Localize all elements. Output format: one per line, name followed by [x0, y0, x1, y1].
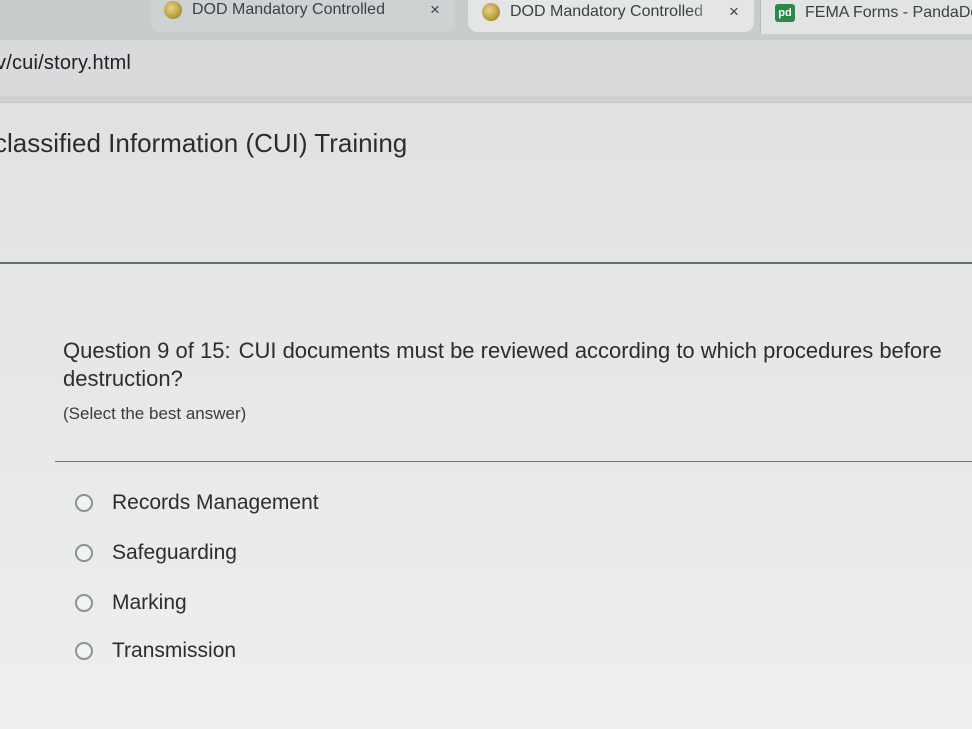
option-label[interactable]: Records Management: [112, 491, 319, 515]
radio-button[interactable]: [75, 594, 93, 612]
tab-title: DOD Mandatory Controlled: [510, 3, 703, 20]
browser-tab-bar: ‹ DOD Mandatory Controlled × DOD Mandato…: [0, 0, 972, 40]
close-icon[interactable]: ×: [722, 2, 746, 22]
option-label[interactable]: Marking: [112, 591, 187, 615]
answer-divider: [55, 461, 972, 462]
toolbar-divider: [0, 96, 972, 103]
tab-fema-forms[interactable]: pd FEMA Forms - PandaDoc: [760, 0, 972, 34]
option-label[interactable]: Transmission: [112, 639, 236, 663]
screen: ‹ DOD Mandatory Controlled × DOD Mandato…: [0, 0, 972, 729]
option-marking[interactable]: Marking: [75, 591, 187, 615]
header-divider: [0, 262, 972, 264]
radio-button[interactable]: [75, 544, 93, 562]
tab-title: FEMA Forms - PandaDoc: [805, 4, 972, 21]
dod-seal-icon: [482, 3, 500, 21]
address-bar[interactable]: v/cui/story.html: [0, 40, 972, 96]
tab-dod-mandatory-2[interactable]: DOD Mandatory Controlled ×: [468, 0, 754, 32]
question-text: Question 9 of 15: CUI documents must be r…: [63, 337, 972, 393]
option-safeguarding[interactable]: Safeguarding: [75, 541, 237, 565]
tab-previous-partial[interactable]: ‹: [0, 0, 118, 32]
tab-title: DOD Mandatory Controlled: [192, 1, 385, 18]
question-number: Question 9 of 15:: [63, 338, 231, 363]
close-icon[interactable]: ×: [423, 0, 447, 20]
question-instruction: (Select the best answer): [63, 404, 247, 423]
url-text[interactable]: v/cui/story.html: [0, 52, 131, 75]
radio-button[interactable]: [75, 642, 93, 660]
course-title: classified Information (CUI) Training: [0, 128, 408, 158]
tab-dod-mandatory-1[interactable]: DOD Mandatory Controlled ×: [150, 0, 455, 32]
course-page: classified Information (CUI) Training Qu…: [0, 103, 972, 729]
dod-seal-icon: [164, 1, 182, 19]
option-label[interactable]: Safeguarding: [112, 541, 237, 565]
option-records-management[interactable]: Records Management: [75, 491, 319, 515]
radio-button[interactable]: [75, 494, 93, 512]
option-transmission[interactable]: Transmission: [75, 639, 236, 663]
pandadoc-icon: pd: [775, 4, 795, 22]
